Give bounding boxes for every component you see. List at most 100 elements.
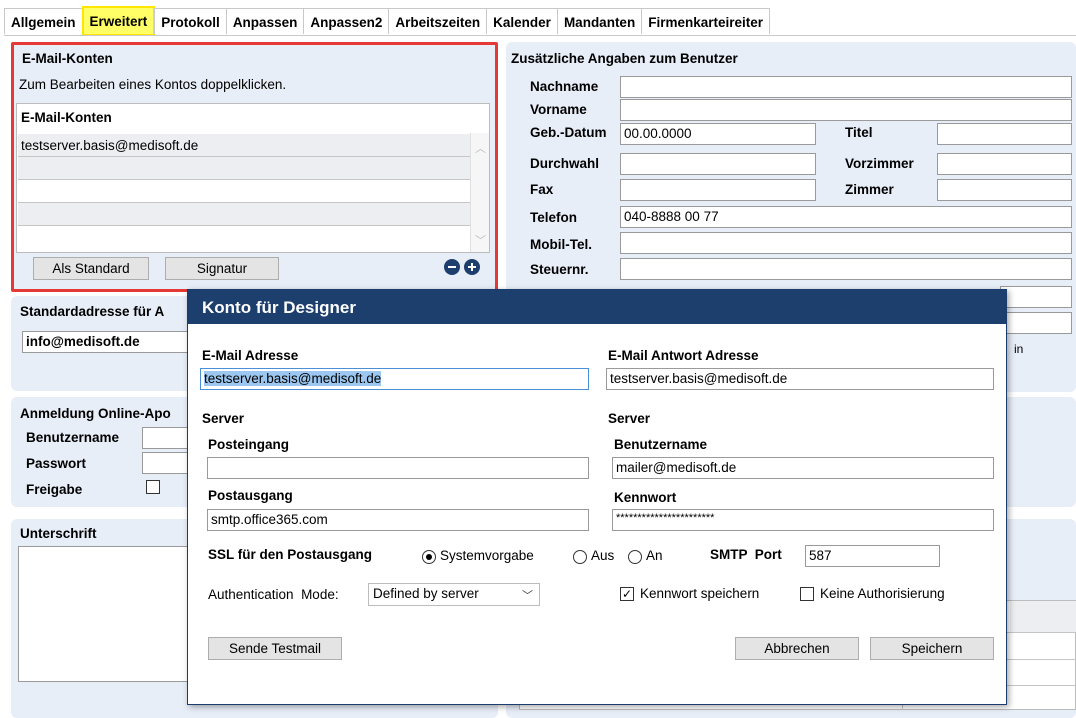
ssl-on-radio[interactable]	[628, 550, 642, 564]
title-label: Titel	[845, 125, 873, 140]
grid-header-cell	[1010, 601, 1076, 632]
phone-input[interactable]: 040-8888 00 77	[620, 206, 1072, 228]
dialog-username-label: Benutzername	[614, 437, 708, 452]
no-auth-checkbox[interactable]	[800, 587, 814, 601]
online-release-label: Freigabe	[26, 482, 83, 497]
list-item[interactable]	[18, 203, 470, 226]
dialog-password-label: Kennwort	[614, 490, 677, 505]
online-login-title: Anmeldung Online-Apo	[20, 406, 171, 421]
dialog-title: Konto für Designer	[188, 290, 1006, 324]
outgoing-input[interactable]: smtp.office365.com	[207, 509, 589, 531]
email-address-label: E-Mail Adresse	[202, 348, 299, 363]
scroll-down-icon[interactable]: ﹀	[475, 232, 486, 248]
extension-input[interactable]	[620, 153, 816, 175]
fax-input[interactable]	[620, 179, 816, 201]
signature-button[interactable]: Signatur	[165, 257, 279, 280]
online-release-checkbox[interactable]	[146, 480, 160, 494]
online-password-input[interactable]	[142, 452, 192, 474]
tab-firmenkarteireiter[interactable]: Firmenkarteireiter	[641, 8, 771, 34]
plus-circle-icon[interactable]	[464, 259, 480, 275]
signature-title: Unterschrift	[20, 526, 97, 541]
no-auth-label: Keine Authorisierung	[820, 586, 945, 601]
reply-address-input[interactable]: testserver.basis@medisoft.de	[606, 368, 994, 390]
extra-input-2[interactable]	[1000, 312, 1072, 334]
ssl-system-radio[interactable]	[422, 550, 436, 564]
scroll-up-icon[interactable]: ︿	[475, 140, 486, 156]
birthdate-label: Geb.-Datum	[530, 125, 607, 140]
save-button[interactable]: Speichern	[870, 637, 994, 660]
online-username-label: Benutzername	[26, 430, 120, 445]
tab-bar: Allgemein Erweitert Protokoll Anpassen A…	[4, 6, 771, 36]
list-item-label: testserver.basis@medisoft.de	[21, 138, 199, 153]
mobile-label: Mobil-Tel.	[530, 237, 592, 252]
cancel-button[interactable]: Abbrechen	[735, 637, 859, 660]
room-input[interactable]	[937, 179, 1072, 201]
dialog-password-input[interactable]: ***********************	[612, 509, 994, 531]
server-left-label: Server	[202, 411, 245, 426]
list-item[interactable]	[18, 157, 470, 180]
account-dialog: Konto für Designer E-Mail Adresse testse…	[187, 289, 1007, 705]
set-standard-button[interactable]: Als Standard	[33, 257, 149, 280]
auth-mode-label: Authentication Mode:	[208, 587, 339, 602]
ssl-label: SSL für den Postausgang	[208, 547, 373, 562]
smtp-port-label: SMTP Port	[710, 547, 782, 562]
tab-protokoll[interactable]: Protokoll	[154, 8, 227, 34]
firstname-label: Vorname	[530, 102, 587, 117]
email-accounts-column-header: E-Mail-Konten	[21, 110, 112, 125]
mobile-input[interactable]	[620, 232, 1072, 254]
incoming-input[interactable]	[207, 457, 589, 479]
tab-anpassen2[interactable]: Anpassen2	[303, 8, 390, 34]
lastname-label: Nachname	[530, 79, 599, 94]
tab-kalender[interactable]: Kalender	[486, 8, 558, 34]
user-info-title: Zusätzliche Angaben zum Benutzer	[511, 51, 738, 66]
send-testmail-button[interactable]: Sende Testmail	[208, 637, 342, 660]
minus-circle-icon[interactable]	[444, 259, 460, 275]
extra-input-1[interactable]	[1000, 286, 1072, 308]
phone-label: Telefon	[530, 210, 577, 225]
tax-input[interactable]	[620, 258, 1072, 280]
email-address-value: testserver.basis@medisoft.de	[204, 371, 382, 386]
outgoing-label: Postausgang	[208, 488, 293, 503]
list-item[interactable]: testserver.basis@medisoft.de	[18, 134, 470, 157]
incoming-label: Posteingang	[208, 437, 290, 452]
anteroom-label: Vorzimmer	[845, 156, 914, 171]
auth-mode-value: Defined by server	[373, 586, 479, 601]
tab-arbeitszeiten[interactable]: Arbeitszeiten	[388, 8, 488, 34]
online-username-input[interactable]	[142, 427, 192, 449]
server-right-label: Server	[608, 411, 651, 426]
list-item[interactable]	[18, 180, 470, 203]
email-address-input[interactable]: testserver.basis@medisoft.de	[200, 368, 589, 390]
lastname-input[interactable]	[620, 76, 1072, 98]
birthdate-input[interactable]: 00.00.0000	[620, 123, 816, 145]
ssl-system-label: Systemvorgabe	[440, 548, 534, 563]
email-accounts-title: E-Mail-Konten	[22, 51, 113, 66]
save-password-label: Kennwort speichern	[640, 586, 760, 601]
tab-anpassen[interactable]: Anpassen	[225, 8, 305, 34]
room-label: Zimmer	[845, 182, 894, 197]
tab-erweitert[interactable]: Erweitert	[81, 6, 156, 36]
firstname-input[interactable]	[620, 99, 1072, 121]
signature-textarea[interactable]	[18, 546, 193, 682]
smtp-port-input[interactable]: 587	[805, 545, 940, 567]
list-item[interactable]	[18, 226, 470, 249]
reply-address-label: E-Mail Antwort Adresse	[608, 348, 759, 363]
ssl-on-label: An	[646, 548, 663, 563]
tab-mandanten[interactable]: Mandanten	[556, 8, 643, 34]
email-accounts-hint: Zum Bearbeiten eines Kontos doppelklicke…	[19, 77, 287, 92]
chevron-down-icon: ﹀	[522, 590, 533, 602]
anteroom-input[interactable]	[937, 153, 1072, 175]
fax-label: Fax	[530, 182, 554, 197]
dialog-username-input[interactable]: mailer@medisoft.de	[612, 457, 994, 479]
standard-address-title: Standardadresse für A	[20, 304, 165, 319]
partial-text: in	[1014, 342, 1024, 356]
standard-address-input[interactable]: info@medisoft.de	[22, 331, 192, 353]
save-password-checkbox[interactable]: ✓	[620, 587, 634, 601]
ssl-off-radio[interactable]	[573, 550, 587, 564]
tab-divider	[4, 35, 1076, 36]
title-input[interactable]	[937, 123, 1072, 145]
ssl-off-label: Aus	[591, 548, 615, 563]
tab-allgemein[interactable]: Allgemein	[4, 8, 83, 34]
extension-label: Durchwahl	[530, 156, 600, 171]
auth-mode-select[interactable]: Defined by server ﹀	[368, 583, 540, 606]
tax-label: Steuernr.	[530, 262, 589, 277]
